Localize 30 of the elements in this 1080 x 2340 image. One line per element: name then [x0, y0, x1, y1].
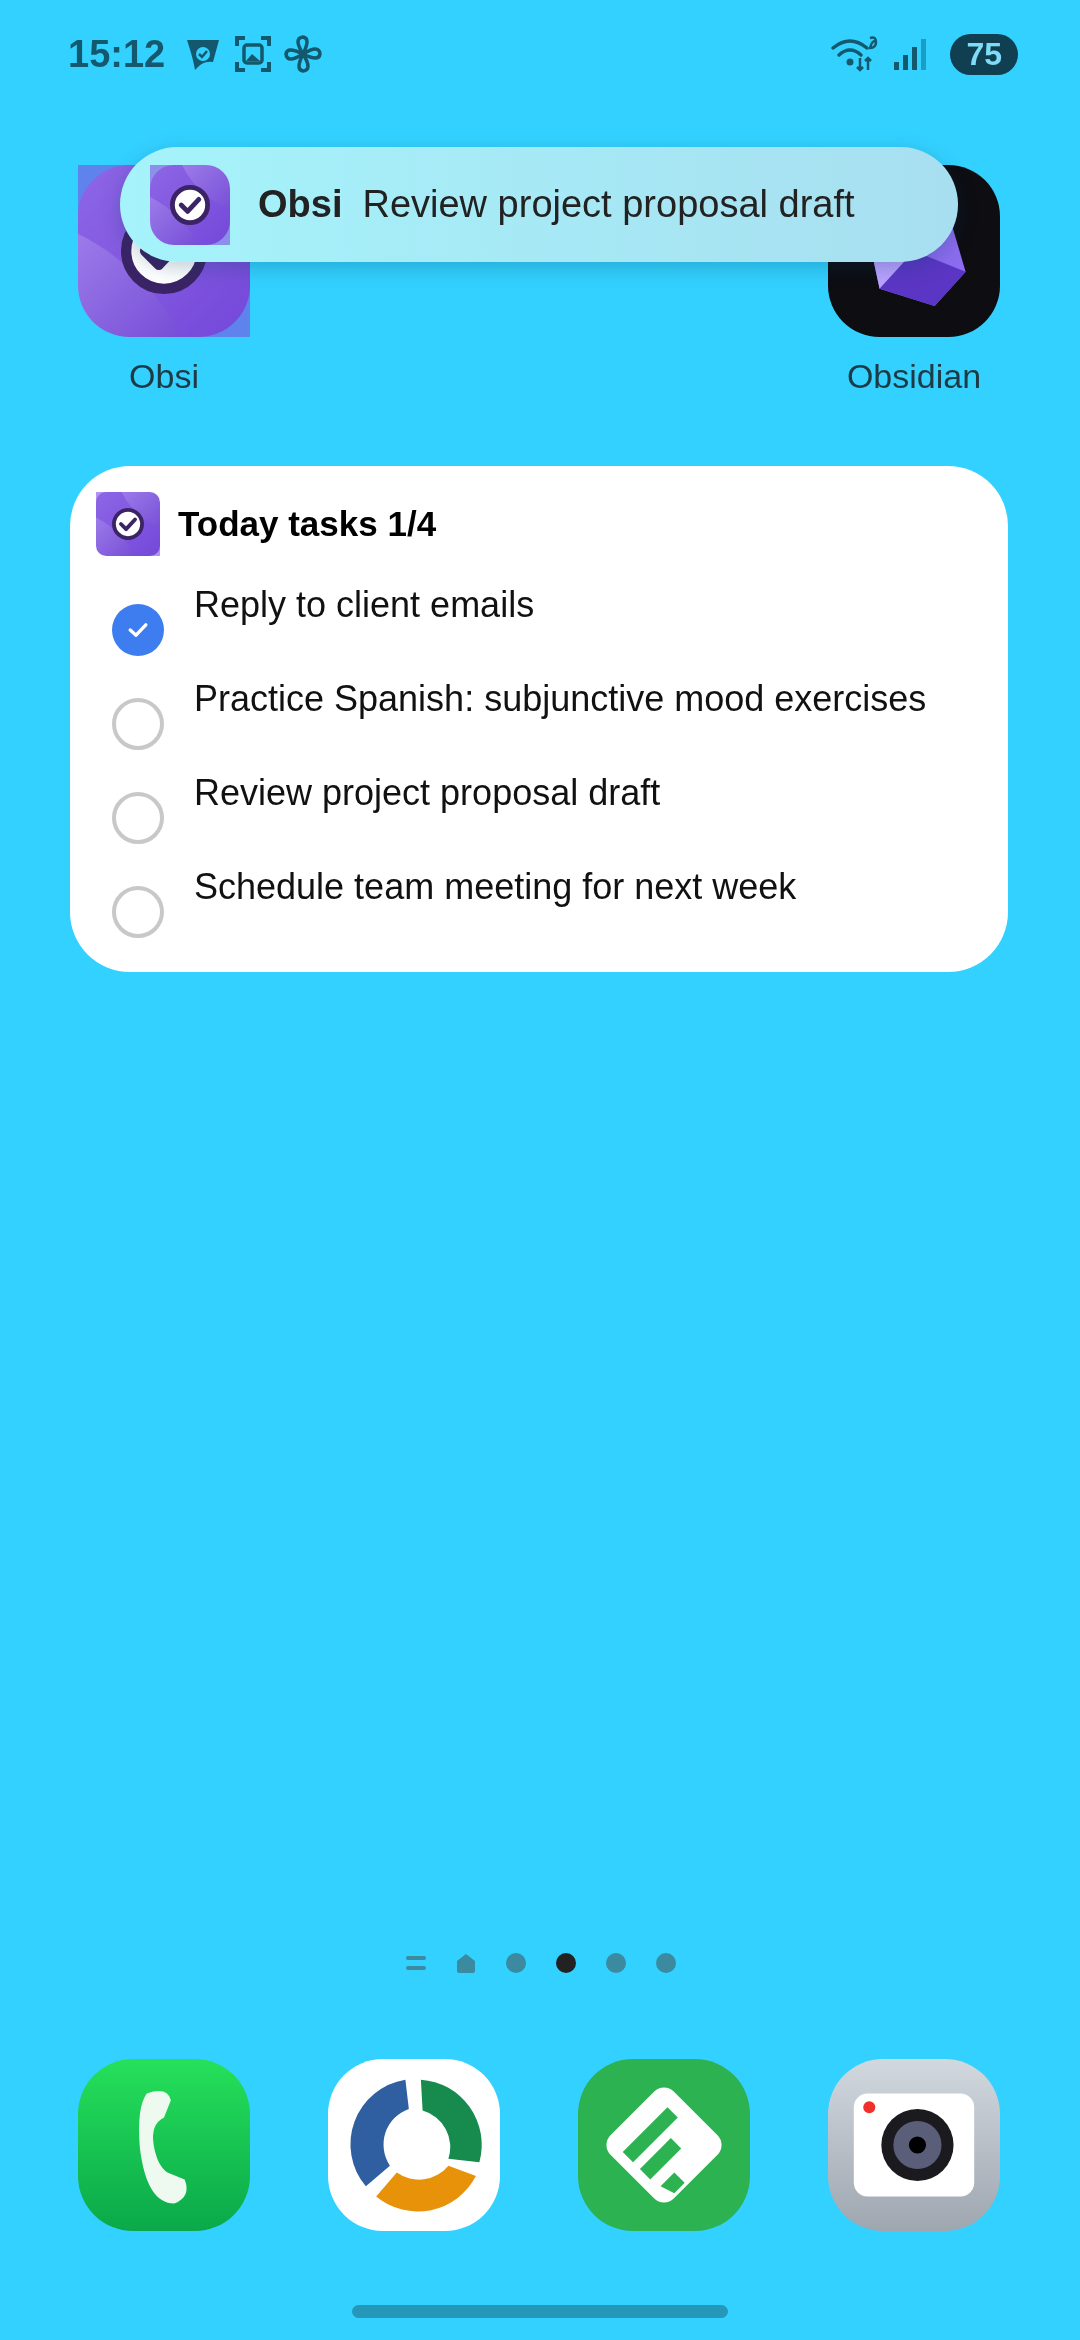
task-checkbox[interactable]	[112, 604, 164, 656]
clock-time: 15:12	[68, 32, 166, 76]
notification-app-name: Obsi	[258, 183, 343, 226]
page-dot[interactable]	[556, 1953, 576, 1973]
notification-banner[interactable]: Obsi Review project proposal draft	[120, 147, 958, 262]
notification-text: Review project proposal draft	[362, 183, 855, 226]
pinwheel-icon	[283, 34, 324, 74]
checkmark-app-icon	[150, 164, 230, 245]
task-checkbox[interactable]	[112, 886, 164, 938]
app-label[interactable]: Obsidian	[846, 357, 982, 396]
phone-app-icon[interactable]	[78, 2059, 250, 2231]
feed-app-icon[interactable]	[578, 2059, 750, 2231]
ring-app-icon[interactable]	[328, 2059, 500, 2231]
home-page-icon[interactable]	[456, 1953, 476, 1973]
task-checkbox[interactable]	[112, 698, 164, 750]
task-text[interactable]: Schedule team meeting for next week	[194, 866, 797, 908]
task-text[interactable]: Review project proposal draft	[194, 772, 661, 814]
task-text[interactable]: Practice Spanish: subjunctive mood exercises	[194, 678, 927, 720]
app-label[interactable]: Obsi	[129, 357, 199, 396]
camera-app-icon[interactable]	[828, 2059, 1000, 2231]
page-dot[interactable]	[656, 1953, 676, 1973]
checkmark-app-icon	[96, 492, 160, 556]
screenshot-icon	[233, 34, 274, 74]
page-dot[interactable]	[606, 1953, 626, 1973]
task-checkbox[interactable]	[112, 792, 164, 844]
task-text[interactable]: Reply to client emails	[194, 584, 535, 626]
widget-title: Today tasks 1/4	[178, 504, 437, 544]
battery-indicator: 75	[950, 33, 1018, 75]
page-dot[interactable]	[506, 1953, 526, 1973]
page-list-icon[interactable]	[406, 1953, 426, 1973]
